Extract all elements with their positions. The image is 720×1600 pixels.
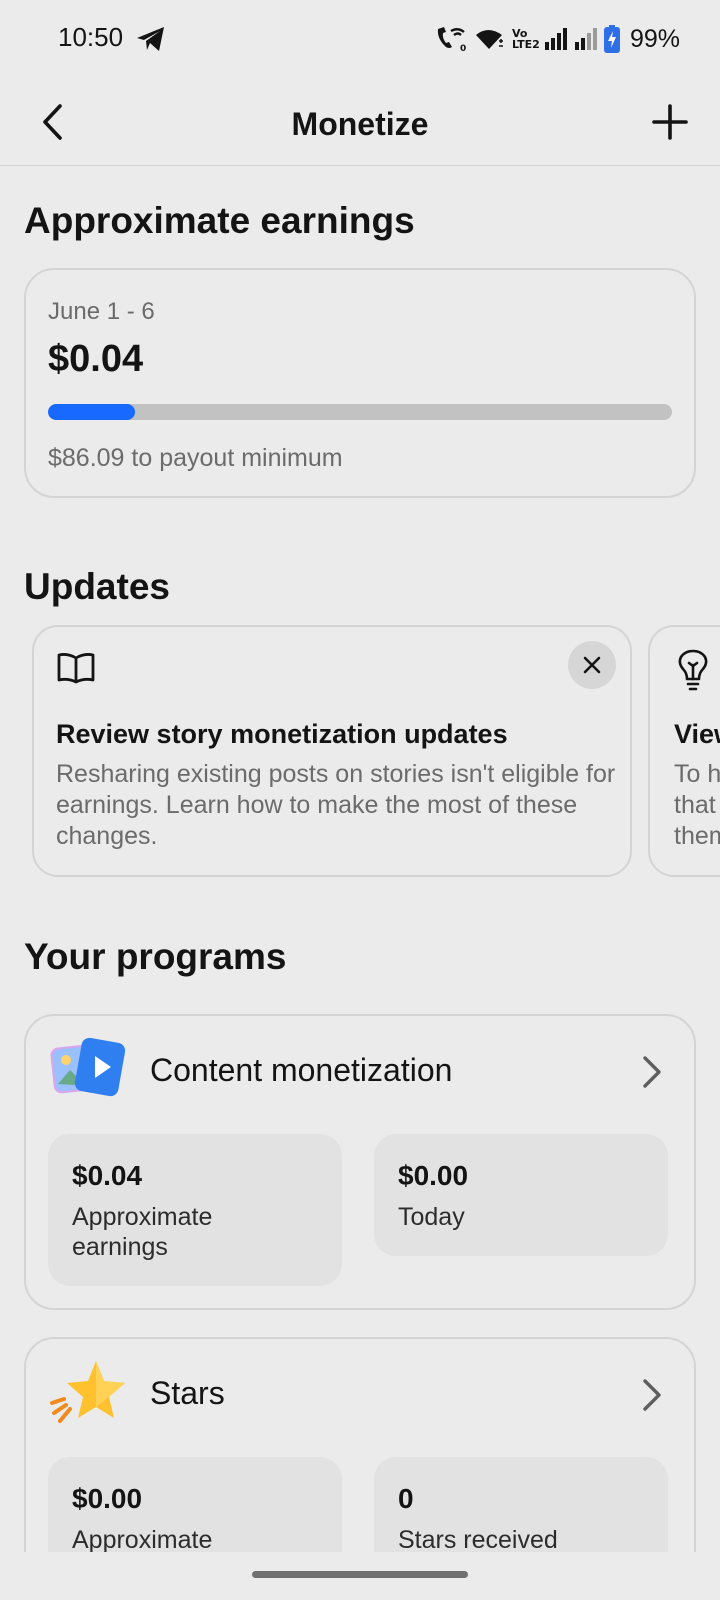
star-icon <box>50 1361 125 1423</box>
stat-value: $0.00 <box>72 1483 143 1514</box>
stat-label: Today <box>398 1203 465 1231</box>
stat-approximate-earnings: $0.04 Approximate earnings <box>48 1134 342 1286</box>
app-header: Monetize <box>0 80 720 166</box>
status-icons: 0 Vo LTE2 99% <box>434 24 680 54</box>
update-body: Resharing existing posts on stories isn'… <box>56 760 616 850</box>
earnings-amount: $0.04 <box>48 338 144 380</box>
stat-label: Approximate earnings <box>72 1203 213 1261</box>
stat-value: $0.04 <box>72 1160 143 1191</box>
earnings-section-title: Approximate earnings <box>24 200 415 241</box>
stat-value: $0.00 <box>398 1160 469 1191</box>
monetize-screen: 10:50 0 Vo LTE2 99% Monetize Approximate… <box>0 0 720 1600</box>
earnings-card[interactable]: June 1 - 6 $0.04 $86.09 to payout minimu… <box>24 268 696 498</box>
add-button[interactable] <box>650 102 690 142</box>
chevron-right-icon <box>643 1056 661 1088</box>
update-card-view[interactable]: View To h that them <box>648 625 720 877</box>
update-body-2: To h that them <box>674 760 720 850</box>
signal-weak-icon <box>574 28 597 50</box>
update-title-2: View <box>674 719 720 749</box>
status-bar: 10:50 0 Vo LTE2 99% <box>0 0 720 80</box>
book-icon <box>57 653 95 684</box>
plus-icon <box>652 104 688 140</box>
svg-text:0: 0 <box>460 44 466 53</box>
stat-value: 0 <box>398 1483 414 1514</box>
payout-progress-bar <box>48 404 672 420</box>
programs-section-title: Your programs <box>24 936 287 977</box>
updates-section-title: Updates <box>24 566 170 607</box>
payout-progress-fill <box>48 404 136 420</box>
update-card-story-monetization[interactable]: Review story monetization updates Reshar… <box>32 625 632 877</box>
lightbulb-icon <box>678 649 708 691</box>
program-name: Stars <box>150 1375 225 1411</box>
stat-label: Approximate <box>72 1526 213 1554</box>
status-time: 10:50 <box>58 22 124 52</box>
wifi-calling-icon: 0 <box>437 27 466 53</box>
dismiss-update-button[interactable] <box>568 641 616 689</box>
battery-icon <box>603 25 620 53</box>
earnings-period: June 1 - 6 <box>48 298 155 325</box>
program-card-content-monetization[interactable]: Content monetization $0.04 Approximate e… <box>24 1014 696 1310</box>
page-title: Monetize <box>291 106 429 142</box>
signal-icon <box>544 28 567 50</box>
payout-note: $86.09 to payout minimum <box>48 444 343 472</box>
telegram-icon <box>137 27 164 51</box>
close-icon <box>583 656 601 674</box>
program-name: Content monetization <box>150 1052 453 1088</box>
content-monetization-icon <box>50 1037 126 1097</box>
wifi-icon <box>475 30 503 49</box>
stat-today: $0.00 Today <box>374 1134 668 1256</box>
stat-label: Stars received <box>398 1526 558 1554</box>
home-indicator[interactable] <box>252 1571 468 1578</box>
volte-icon: Vo LTE2 <box>511 27 540 51</box>
chevron-right-icon <box>643 1379 661 1411</box>
battery-percent: 99% <box>629 24 680 53</box>
update-title: Review story monetization updates <box>56 719 508 749</box>
volte-label: Vo LTE2 <box>511 27 540 51</box>
